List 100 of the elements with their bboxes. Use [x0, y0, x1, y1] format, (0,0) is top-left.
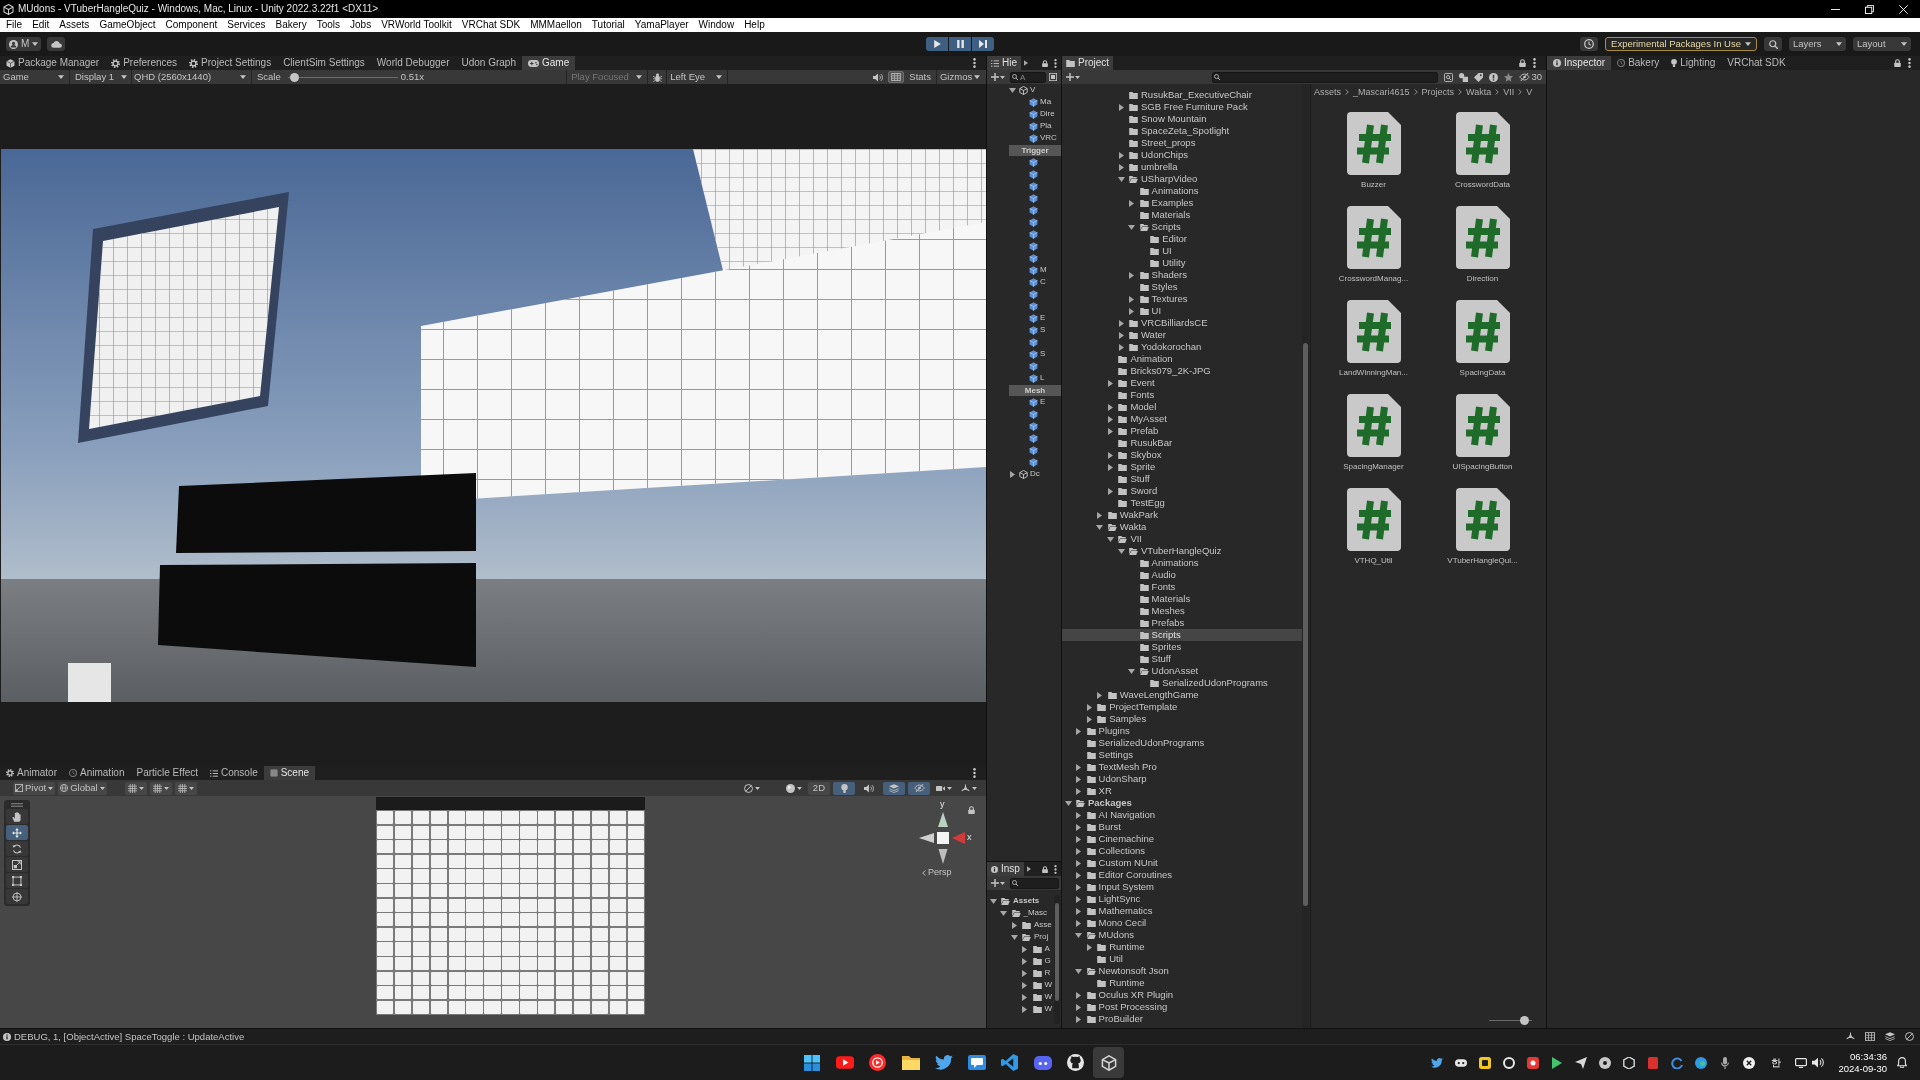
caret-right-icon[interactable]: [1022, 969, 1027, 977]
projection-toggle[interactable]: Persp: [922, 868, 952, 877]
hierarchy-item[interactable]: Pla: [987, 120, 1061, 132]
tree-item[interactable]: Wakta: [1062, 521, 1302, 533]
tree-item[interactable]: Post Processing: [1062, 1001, 1302, 1013]
cloud-button[interactable]: [47, 37, 66, 51]
step-button[interactable]: [972, 37, 994, 51]
menu-item[interactable]: Component: [160, 20, 223, 30]
close-circle-icon[interactable]: [1743, 1056, 1756, 1069]
axis-gizmo-icon[interactable]: [919, 812, 965, 864]
caret-right-icon[interactable]: [1076, 1003, 1082, 1011]
asset-item[interactable]: LandWinningMan...: [1319, 300, 1428, 394]
caret-right-icon[interactable]: [1118, 319, 1124, 327]
caret-down-icon[interactable]: [1117, 548, 1125, 554]
tree-item[interactable]: LightSync: [1062, 893, 1302, 905]
tree-item[interactable]: Mathematics: [1062, 905, 1302, 917]
tree-item[interactable]: Prefab: [1062, 425, 1302, 437]
add-dropdown-button[interactable]: [989, 71, 1007, 83]
section-header[interactable]: Mesh: [1009, 384, 1061, 396]
caret-right-icon[interactable]: [1129, 271, 1135, 279]
layers-icon[interactable]: [1885, 1032, 1895, 1041]
tree-item[interactable]: RusukBar: [1062, 437, 1302, 449]
caret-right-icon[interactable]: [1129, 199, 1135, 207]
panel-tab[interactable]: VRChat SDK: [1721, 56, 1792, 70]
menu-item[interactable]: GameObject: [94, 20, 161, 30]
asset-item[interactable]: VTuberHangleQui...: [1428, 488, 1537, 582]
caret-down-icon[interactable]: [1064, 800, 1072, 806]
menu-item[interactable]: Window: [693, 20, 740, 30]
hierarchy-item[interactable]: S: [987, 324, 1061, 336]
dot-circle-icon[interactable]: [1695, 1056, 1708, 1069]
caret-down-icon[interactable]: [1008, 87, 1016, 93]
caret-right-icon[interactable]: [1024, 60, 1028, 66]
experimental-packages-dropdown[interactable]: Experimental Packages In Use: [1605, 37, 1757, 51]
grid-toggle[interactable]: [888, 71, 905, 83]
caret-right-icon[interactable]: [1076, 775, 1082, 783]
tree-item[interactable]: Proj: [987, 931, 1054, 943]
tool-button[interactable]: [6, 841, 28, 856]
panel-tab[interactable]: Project Settings: [183, 56, 278, 70]
breadcrumb-link[interactable]: _Mascari4615: [1353, 87, 1410, 97]
hidden-packages-toggle[interactable]: 30: [1519, 71, 1542, 83]
pause-button[interactable]: [949, 37, 971, 51]
tree-item[interactable]: Model: [1062, 401, 1302, 413]
hierarchy-item[interactable]: C: [987, 276, 1061, 288]
caret-right-icon[interactable]: [1076, 1015, 1082, 1023]
hierarchy-item[interactable]: E: [987, 312, 1061, 324]
panel-tab[interactable]: Insp: [987, 862, 1024, 876]
stats-button[interactable]: Stats: [906, 70, 934, 84]
caret-right-icon[interactable]: [1076, 991, 1082, 999]
kebab-menu-icon[interactable]: [973, 58, 976, 68]
caret-right-icon[interactable]: [1076, 787, 1082, 795]
play-icon[interactable]: [1551, 1056, 1564, 1069]
menu-item[interactable]: VRWorld Toolkit: [376, 20, 457, 30]
caret-right-icon[interactable]: [1009, 470, 1015, 478]
bell-icon[interactable]: [1897, 1057, 1907, 1068]
kebab-menu-icon[interactable]: [1054, 864, 1057, 874]
caret-right-icon[interactable]: [1118, 163, 1124, 171]
caret-right-icon[interactable]: [1076, 763, 1082, 771]
caret-right-icon[interactable]: [1076, 859, 1082, 867]
caret-right-icon[interactable]: [1022, 993, 1027, 1001]
tree-item[interactable]: WaveLengthGame: [1062, 689, 1302, 701]
tree-item[interactable]: Stuff: [1062, 653, 1302, 665]
caret-right-icon[interactable]: [1076, 811, 1082, 819]
tool-button[interactable]: [6, 857, 28, 872]
tree-item[interactable]: Fonts: [1062, 581, 1302, 593]
panel-tab[interactable]: Lighting: [1665, 56, 1722, 70]
hierarchy-item[interactable]: M: [987, 264, 1061, 276]
tree-item[interactable]: SpaceZeta_Spotlight: [1062, 125, 1302, 137]
caret-right-icon[interactable]: [1107, 451, 1113, 459]
caret-right-icon[interactable]: [1022, 1005, 1027, 1013]
tree-item[interactable]: Snow Mountain: [1062, 113, 1302, 125]
tree-item[interactable]: ProBuilder: [1062, 1013, 1302, 1025]
tree-item[interactable]: VTuberHangleQuiz: [1062, 545, 1302, 557]
hierarchy-item[interactable]: E: [987, 396, 1061, 408]
tree-item[interactable]: Fonts: [1062, 389, 1302, 401]
tree-item[interactable]: Runtime: [1062, 941, 1302, 953]
tree-item[interactable]: Yodokorochan: [1062, 341, 1302, 353]
tree-item[interactable]: MyAsset: [1062, 413, 1302, 425]
panel-tab[interactable]: Preferences: [105, 56, 184, 70]
caret-right-icon[interactable]: [1076, 835, 1082, 843]
tree-item[interactable]: Sword: [1062, 485, 1302, 497]
menu-item[interactable]: VRChat SDK: [456, 20, 526, 30]
panel-tab[interactable]: Animator: [0, 766, 63, 780]
asset-item[interactable]: SpacingManager: [1319, 394, 1428, 488]
axes-icon[interactable]: [1846, 1032, 1855, 1041]
tree-item[interactable]: Bricks079_2K-JPG: [1062, 365, 1302, 377]
grid-icon[interactable]: [1865, 1032, 1875, 1041]
play-button[interactable]: [926, 37, 948, 51]
panel-tab[interactable]: World Debugger: [370, 56, 456, 70]
hierarchy-item[interactable]: V: [987, 84, 1061, 96]
caret-right-icon[interactable]: [1129, 295, 1135, 303]
hierarchy-item[interactable]: S: [987, 348, 1061, 360]
tree-item[interactable]: UdonChips: [1062, 149, 1302, 161]
slider-track[interactable]: [1489, 1015, 1532, 1025]
caret-right-icon[interactable]: [1107, 403, 1113, 411]
tool-button[interactable]: [6, 825, 28, 840]
panel-tab[interactable]: Bakery: [1611, 56, 1666, 70]
caret-right-icon[interactable]: [1022, 957, 1027, 965]
caret-right-icon[interactable]: [1076, 727, 1082, 735]
caret-right-icon[interactable]: [1129, 307, 1135, 315]
tree-item[interactable]: ProjectTemplate: [1062, 701, 1302, 713]
